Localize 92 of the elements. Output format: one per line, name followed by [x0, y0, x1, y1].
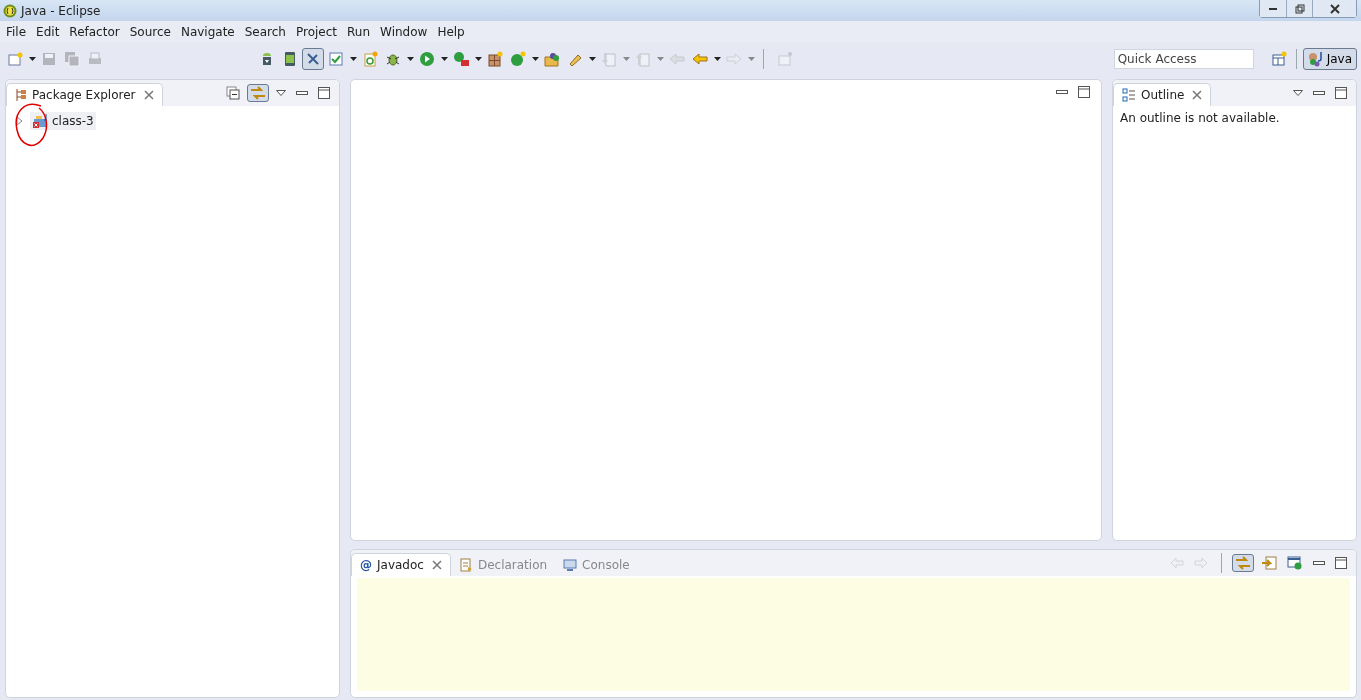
close-icon[interactable]	[1192, 90, 1203, 100]
menu-item[interactable]: File	[1, 25, 32, 39]
menu-item[interactable]: Search	[239, 25, 291, 39]
arrow-right-icon	[1194, 557, 1208, 569]
caret-icon	[406, 57, 414, 61]
minimize-button[interactable]	[293, 89, 311, 97]
close-icon[interactable]	[143, 90, 154, 100]
table-plus-icon	[1270, 51, 1287, 67]
caret-icon	[747, 57, 755, 61]
pinned-window-icon	[777, 51, 793, 67]
triangle-down-icon	[1293, 90, 1303, 96]
arrow-left-icon	[692, 51, 708, 67]
checkbox-icon	[328, 51, 344, 67]
view-menu-button[interactable]	[1290, 88, 1306, 98]
grid-icon	[487, 51, 503, 67]
java-perspective-button[interactable]: Java	[1302, 48, 1357, 70]
monitor-icon	[563, 558, 578, 572]
arrow-right-icon	[726, 51, 742, 67]
close-icon[interactable]	[431, 560, 442, 570]
arrow-left-icon	[1170, 557, 1184, 569]
menu-item[interactable]: Navigate	[175, 25, 240, 39]
bug-icon	[385, 51, 401, 67]
minimize-button[interactable]	[1310, 89, 1328, 97]
collapse-all-button[interactable]	[223, 84, 243, 102]
package-explorer-tab[interactable]: Package Explorer	[6, 83, 163, 106]
restore-button[interactable]	[1286, 0, 1312, 17]
link-with-editor-button[interactable]	[247, 84, 269, 102]
caret-icon	[440, 57, 448, 61]
maximize-button[interactable]	[315, 85, 333, 101]
maximize-icon	[1335, 87, 1347, 99]
maximize-button[interactable]	[1332, 555, 1350, 571]
caret-icon	[474, 57, 482, 61]
outline-tab[interactable]: Outline	[1113, 83, 1212, 106]
minimize-button[interactable]	[1260, 0, 1286, 17]
menu-item[interactable]: Refactor	[64, 25, 125, 39]
caret-icon	[622, 57, 630, 61]
maximize-icon	[1335, 557, 1347, 569]
caret-icon	[588, 57, 596, 61]
caret-icon	[531, 57, 539, 61]
two-arrows-icon	[1235, 556, 1251, 570]
restore-icon	[1294, 3, 1305, 14]
new-window-icon	[7, 51, 23, 67]
new-file-icon	[362, 51, 378, 67]
close-icon	[1329, 3, 1340, 14]
java-perspective-icon	[1307, 51, 1324, 67]
menu-item[interactable]: Source	[124, 25, 176, 39]
minimize-icon	[1313, 91, 1325, 95]
arrow-up-page-icon	[635, 51, 651, 67]
hierarchy-icon	[15, 88, 27, 102]
menu-item[interactable]: Run	[342, 25, 376, 39]
play-icon	[419, 51, 435, 67]
minimize-button[interactable]	[1310, 559, 1328, 567]
printer-icon	[87, 51, 103, 67]
folder-icon	[544, 51, 560, 67]
minimize-icon	[1056, 90, 1068, 94]
eclipse-logo-icon	[3, 3, 17, 18]
floppy-disks-icon	[64, 51, 80, 67]
at-sign-icon: @	[360, 558, 372, 572]
project-error-icon	[32, 113, 50, 129]
menu-item[interactable]: Help	[432, 25, 470, 39]
menu-item[interactable]: Project	[290, 25, 343, 39]
link-with-editor-button[interactable]	[1232, 554, 1254, 572]
outline-message: An outline is not available.	[1119, 110, 1281, 127]
maximize-icon	[1078, 86, 1090, 98]
outline-list-icon	[1122, 88, 1136, 102]
tree-item[interactable]: class-3	[30, 112, 96, 130]
collapse-all-icon	[226, 86, 240, 100]
minimize-icon	[1269, 7, 1277, 10]
maximize-icon	[318, 87, 330, 99]
view-tab[interactable]: @ Javadoc	[351, 553, 451, 576]
window-globe-icon	[1287, 556, 1303, 570]
caret-icon	[28, 57, 36, 61]
arrow-left-icon	[669, 51, 685, 67]
close-button[interactable]	[1312, 0, 1356, 17]
menu-item[interactable]: Edit	[31, 25, 65, 39]
expand-arrow-icon[interactable]	[16, 116, 24, 126]
caret-icon	[349, 57, 357, 61]
quick-access-field[interactable]: Quick Access	[1113, 49, 1254, 69]
robot-device-icon	[282, 51, 298, 67]
minimize-icon	[1313, 561, 1325, 565]
maximize-button[interactable]	[1075, 84, 1093, 100]
two-arrows-icon	[250, 86, 266, 100]
window-title: Java - Eclipse	[21, 3, 101, 18]
arrow-down-page-icon	[601, 51, 617, 67]
view-menu-button[interactable]	[273, 88, 289, 98]
caret-icon	[656, 57, 664, 61]
caret-icon	[713, 57, 721, 61]
menu-item[interactable]: Window	[375, 25, 433, 39]
minimize-icon	[296, 91, 308, 95]
triangle-down-icon	[276, 90, 286, 96]
maximize-button[interactable]	[1332, 85, 1350, 101]
page-arrow-icon	[1261, 556, 1277, 570]
